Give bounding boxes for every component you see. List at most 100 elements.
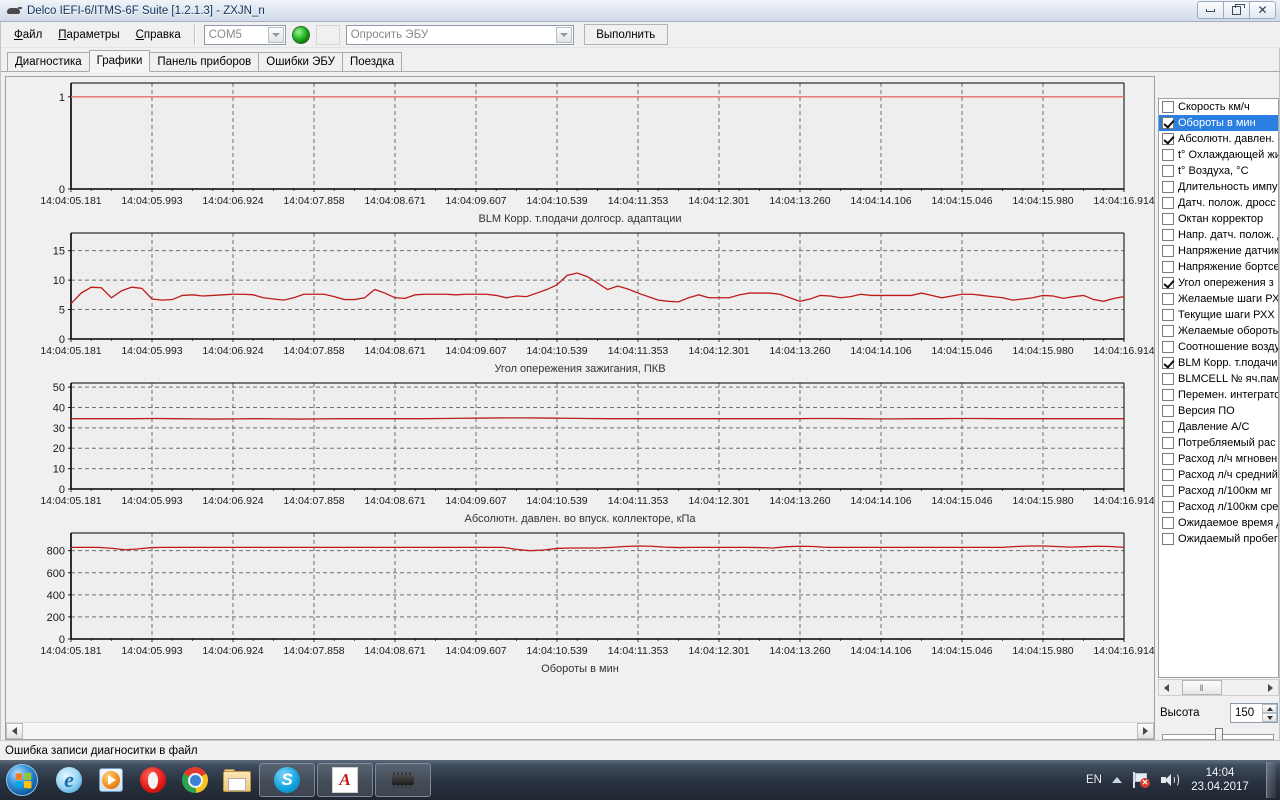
taskbar-file-explorer[interactable]	[217, 763, 257, 797]
close-button[interactable]: ✕	[1249, 1, 1276, 19]
parameter-item[interactable]: Потребляемый рас	[1159, 435, 1278, 451]
parameter-checkbox[interactable]	[1162, 437, 1174, 449]
parameter-item[interactable]: Датч. полож. дросс	[1159, 195, 1278, 211]
parameter-item[interactable]: Соотношение возду	[1159, 339, 1278, 355]
chart-block[interactable]: 0 200 400 600 800 14:04:05.181 14:04:05.993 14:…	[6, 527, 1154, 677]
parameter-item[interactable]: Ожидаемый пробег	[1159, 531, 1278, 547]
chevron-down-icon[interactable]	[267, 26, 284, 43]
parameter-item[interactable]: Напряжение бортсе	[1159, 259, 1278, 275]
chart-block[interactable]: 0 1 14:04:05.181 14:04:05.993 14:04:06.924 14…	[6, 77, 1154, 227]
show-desktop-button[interactable]	[1266, 762, 1276, 798]
tab-diagnostics[interactable]: Диагностика	[7, 52, 90, 71]
parameter-item[interactable]: Ожидаемое время д	[1159, 515, 1278, 531]
height-decrease-button[interactable]	[1262, 713, 1277, 722]
sidebar-horizontal-scrollbar[interactable]: ‖	[1158, 679, 1279, 696]
parameter-item[interactable]: Угол опережения з	[1159, 275, 1278, 291]
parameter-checkbox[interactable]	[1162, 373, 1174, 385]
volume-icon[interactable]	[1160, 772, 1179, 788]
parameter-checkbox[interactable]	[1162, 245, 1174, 257]
parameter-item[interactable]: Напряжение датчик	[1159, 243, 1278, 259]
com-port-select[interactable]: COM5	[203, 24, 286, 45]
parameter-checkbox[interactable]	[1162, 117, 1174, 129]
parameter-checkbox[interactable]	[1162, 133, 1174, 145]
parameter-checkbox[interactable]	[1162, 485, 1174, 497]
parameter-checkbox[interactable]	[1162, 501, 1174, 513]
parameter-checkbox[interactable]	[1162, 165, 1174, 177]
parameter-checkbox[interactable]	[1162, 469, 1174, 481]
height-spin-buttons[interactable]	[1262, 704, 1277, 722]
parameter-checkbox[interactable]	[1162, 261, 1174, 273]
menu-item-help[interactable]: Справка	[129, 26, 188, 44]
height-increase-button[interactable]	[1262, 704, 1277, 713]
language-indicator[interactable]: EN	[1086, 774, 1102, 786]
execute-button[interactable]: Выполнить	[583, 24, 668, 45]
parameter-checkbox[interactable]	[1162, 213, 1174, 225]
parameter-checkbox[interactable]	[1162, 405, 1174, 417]
parameter-item[interactable]: Версия ПО	[1159, 403, 1278, 419]
parameter-item[interactable]: Скорость км/ч	[1159, 99, 1278, 115]
command-select[interactable]: Опросить ЭБУ	[345, 24, 574, 45]
parameter-checkbox[interactable]	[1162, 357, 1174, 369]
tab-graphs[interactable]: Графики	[88, 50, 151, 72]
scroll-left-button[interactable]	[6, 723, 23, 739]
height-stepper[interactable]: 150	[1230, 703, 1278, 723]
charts-horizontal-scrollbar[interactable]	[6, 722, 1154, 739]
parameter-item[interactable]: Длительность импу	[1159, 179, 1278, 195]
clock[interactable]: 14:04 23.04.2017	[1188, 766, 1252, 794]
parameter-item[interactable]: t° Воздуха, °C	[1159, 163, 1278, 179]
parameter-checkbox[interactable]	[1162, 533, 1174, 545]
action-center-flag-icon[interactable]: ✕	[1132, 772, 1150, 788]
parameter-item[interactable]: Желаемые шаги РХ	[1159, 291, 1278, 307]
parameter-checkbox[interactable]	[1162, 453, 1174, 465]
taskbar-internet-explorer[interactable]: e	[49, 763, 89, 797]
parameter-item[interactable]: Напр. датч. полож. д	[1159, 227, 1278, 243]
taskbar-chip-tool[interactable]	[375, 763, 431, 797]
scroll-track[interactable]	[23, 723, 1137, 739]
show-hidden-icons-icon[interactable]	[1112, 777, 1122, 783]
parameter-checkbox[interactable]	[1162, 197, 1174, 209]
parameter-item[interactable]: BLMCELL № яч.пам	[1159, 371, 1278, 387]
parameter-item[interactable]: Текущие шаги РХХ	[1159, 307, 1278, 323]
sidebar-scroll-left-button[interactable]	[1159, 680, 1174, 695]
taskbar-chrome[interactable]	[175, 763, 215, 797]
parameter-checkbox-list[interactable]: Скорость км/ч Обороты в мин Абсолютн. давл…	[1158, 98, 1279, 678]
parameter-checkbox[interactable]	[1162, 149, 1174, 161]
parameter-item[interactable]: Расход л/100км сре	[1159, 499, 1278, 515]
parameter-item[interactable]: t° Охлаждающей жи	[1159, 147, 1278, 163]
tab-dashboard[interactable]: Панель приборов	[149, 52, 260, 71]
blank-toolbar-button[interactable]	[315, 24, 340, 45]
parameter-checkbox[interactable]	[1162, 325, 1174, 337]
parameter-item[interactable]: BLM Корр. т.подачи	[1159, 355, 1278, 371]
parameter-item[interactable]: Расход л/100км мг	[1159, 483, 1278, 499]
parameter-item[interactable]: Обороты в мин	[1159, 115, 1278, 131]
chart-block[interactable]: 0 5 10 15 14:04:05.181 14:04:05.993 14:04:06.9…	[6, 227, 1154, 377]
parameter-item[interactable]: Желаемые обороты	[1159, 323, 1278, 339]
parameter-checkbox[interactable]	[1162, 517, 1174, 529]
chart-block[interactable]: 0 10 20 30 40 50 14:04:05.181 14:04:05.993 14:04…	[6, 377, 1154, 527]
parameter-checkbox[interactable]	[1162, 277, 1174, 289]
parameter-checkbox[interactable]	[1162, 309, 1174, 321]
parameter-item[interactable]: Абсолютн. давлен. в	[1159, 131, 1278, 147]
scroll-right-button[interactable]	[1137, 723, 1154, 739]
parameter-checkbox[interactable]	[1162, 181, 1174, 193]
menu-item-file[interactable]: Файл	[7, 26, 49, 44]
minimize-button[interactable]	[1197, 1, 1224, 19]
parameter-item[interactable]: Октан корректор	[1159, 211, 1278, 227]
parameter-item[interactable]: Перемен. интеграто	[1159, 387, 1278, 403]
chevron-down-icon[interactable]	[555, 26, 572, 43]
parameter-item[interactable]: Расход л/ч мгновен	[1159, 451, 1278, 467]
sidebar-scroll-right-button[interactable]	[1263, 680, 1278, 695]
parameter-item[interactable]: Давление А/С	[1159, 419, 1278, 435]
parameter-checkbox[interactable]	[1162, 341, 1174, 353]
restore-button[interactable]	[1223, 1, 1250, 19]
start-button[interactable]	[3, 763, 41, 797]
menu-item-parameters[interactable]: Параметры	[51, 26, 126, 44]
tab-trip[interactable]: Поездка	[341, 52, 403, 71]
taskbar-opera[interactable]	[133, 763, 173, 797]
tab-ecu-errors[interactable]: Ошибки ЭБУ	[258, 52, 343, 71]
parameter-checkbox[interactable]	[1162, 229, 1174, 241]
taskbar-skype[interactable]: S	[259, 763, 315, 797]
taskbar-media-player[interactable]	[91, 763, 131, 797]
sidebar-scroll-thumb[interactable]: ‖	[1182, 680, 1222, 695]
parameter-checkbox[interactable]	[1162, 101, 1174, 113]
